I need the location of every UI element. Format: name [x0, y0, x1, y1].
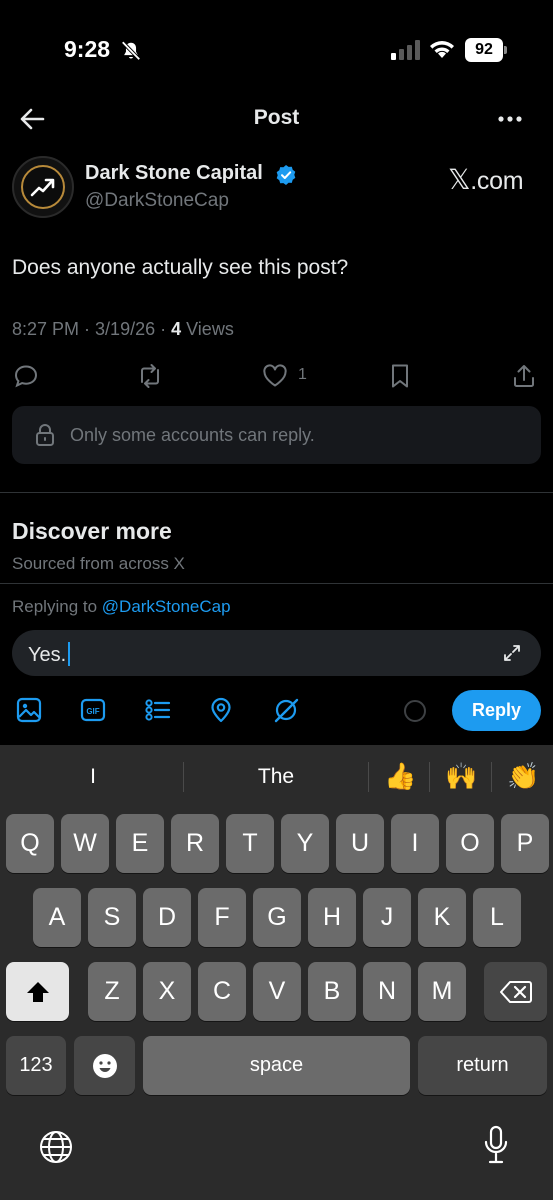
key-m[interactable]: M — [418, 962, 466, 1021]
key-h[interactable]: H — [308, 888, 356, 947]
verified-badge-icon — [276, 165, 296, 185]
key-o[interactable]: O — [446, 814, 494, 873]
trend-up-logo-icon — [30, 178, 55, 197]
reply-restriction-text: Only some accounts can reply. — [70, 425, 315, 445]
key-j[interactable]: J — [363, 888, 411, 947]
key-x[interactable]: X — [143, 962, 191, 1021]
battery-level: 92 — [465, 38, 503, 62]
return-key[interactable]: return — [418, 1036, 547, 1095]
lock-icon — [36, 424, 54, 446]
author-name[interactable]: Dark Stone Capital — [85, 162, 263, 185]
discover-heading: Discover more — [12, 518, 172, 544]
key-b[interactable]: B — [308, 962, 356, 1021]
shift-arrow-icon — [26, 981, 49, 1002]
avatar[interactable] — [12, 156, 74, 218]
emoji-suggestion-raised-hands[interactable]: 🙌 — [445, 761, 477, 792]
svg-text:GIF: GIF — [86, 707, 99, 716]
text-caret — [68, 642, 71, 666]
delete-key[interactable] — [484, 962, 547, 1021]
key-r[interactable]: R — [171, 814, 219, 873]
emoji-key[interactable] — [74, 1036, 135, 1095]
share-icon[interactable] — [510, 362, 538, 390]
key-a[interactable]: A — [33, 888, 81, 947]
key-k[interactable]: K — [418, 888, 466, 947]
author-handle[interactable]: @DarkStoneCap — [85, 190, 229, 212]
key-w[interactable]: W — [61, 814, 109, 873]
x-com-watermark: 𝕏.com — [448, 163, 524, 196]
views-label: Views — [181, 319, 234, 339]
wifi-icon — [430, 41, 454, 58]
bookmark-icon[interactable] — [386, 362, 414, 390]
image-icon[interactable] — [15, 696, 43, 724]
post-date: 3/19/26 — [95, 319, 156, 339]
replying-to-line: Replying to @DarkStoneCap — [12, 597, 231, 616]
top-nav: Post — [0, 96, 553, 142]
key-e[interactable]: E — [116, 814, 164, 873]
numbers-key[interactable]: 123 — [6, 1036, 66, 1095]
key-g[interactable]: G — [253, 888, 301, 947]
post-time: 8:27 PM — [12, 319, 80, 339]
character-count-ring — [404, 700, 426, 722]
location-pin-icon[interactable] — [207, 696, 235, 724]
emoji-suggestion-clapping[interactable]: 👏 — [507, 761, 539, 792]
gif-icon[interactable]: GIF — [79, 696, 107, 724]
reply-button[interactable]: Reply — [452, 690, 541, 731]
page-title: Post — [253, 106, 300, 129]
divider — [0, 583, 553, 584]
more-options-icon[interactable] — [496, 106, 524, 132]
emoji-suggestion-thumbs-up[interactable]: 👍 — [384, 761, 416, 792]
x-logo-icon: 𝕏 — [448, 164, 471, 195]
reply-icon[interactable] — [12, 362, 40, 390]
divider — [0, 492, 553, 493]
repost-icon[interactable] — [136, 362, 164, 390]
compose-toolbar: GIF Reply — [0, 690, 553, 732]
smiley-face-icon — [92, 1053, 117, 1078]
key-y[interactable]: Y — [281, 814, 329, 873]
key-t[interactable]: T — [226, 814, 274, 873]
predictive-bar: I The 👍 🙌 👏 — [0, 745, 553, 807]
battery-indicator: 92 — [465, 38, 507, 62]
grok-icon[interactable] — [272, 696, 300, 724]
cellular-signal-icon — [391, 40, 420, 60]
reply-restriction-notice: Only some accounts can reply. — [12, 406, 541, 464]
key-p[interactable]: P — [501, 814, 549, 873]
status-bar: 9:28 92 — [0, 0, 553, 100]
key-i[interactable]: I — [391, 814, 439, 873]
like-count: 1 — [298, 366, 307, 383]
microphone-icon[interactable] — [482, 1125, 510, 1165]
shift-key[interactable] — [6, 962, 69, 1021]
reply-input[interactable]: Yes. — [12, 630, 541, 676]
brand-suffix: .com — [470, 167, 524, 195]
key-s[interactable]: S — [88, 888, 136, 947]
status-time: 9:28 — [64, 36, 111, 62]
reply-input-text[interactable]: Yes. — [28, 644, 66, 666]
post-action-bar: 1 — [0, 360, 553, 394]
discover-subtitle: Sourced from across X — [12, 554, 185, 573]
key-l[interactable]: L — [473, 888, 521, 947]
suggestion-2[interactable]: The — [246, 765, 306, 789]
post-metadata: 8:27 PM · 3/19/26 · 4 Views — [12, 319, 234, 339]
post-text: Does anyone actually see this post? — [12, 256, 349, 279]
key-f[interactable]: F — [198, 888, 246, 947]
like-heart-icon[interactable] — [261, 362, 289, 390]
key-v[interactable]: V — [253, 962, 301, 1021]
space-key[interactable]: space — [143, 1036, 410, 1095]
globe-icon[interactable] — [38, 1129, 74, 1165]
key-d[interactable]: D — [143, 888, 191, 947]
key-u[interactable]: U — [336, 814, 384, 873]
key-n[interactable]: N — [363, 962, 411, 1021]
ios-keyboard: I The 👍 🙌 👏 QWERTYUIOP ASDFGHJKL ZXCVBNM… — [0, 745, 553, 1200]
suggestion-1[interactable]: I — [82, 765, 104, 789]
key-c[interactable]: C — [198, 962, 246, 1021]
bell-muted-icon — [121, 41, 141, 61]
key-z[interactable]: Z — [88, 962, 136, 1021]
backspace-icon — [499, 980, 532, 1003]
poll-list-icon[interactable] — [143, 696, 171, 724]
views-count[interactable]: 4 — [171, 319, 181, 339]
replying-to-handle[interactable]: @DarkStoneCap — [102, 597, 231, 616]
expand-icon[interactable] — [502, 643, 522, 663]
key-q[interactable]: Q — [6, 814, 54, 873]
